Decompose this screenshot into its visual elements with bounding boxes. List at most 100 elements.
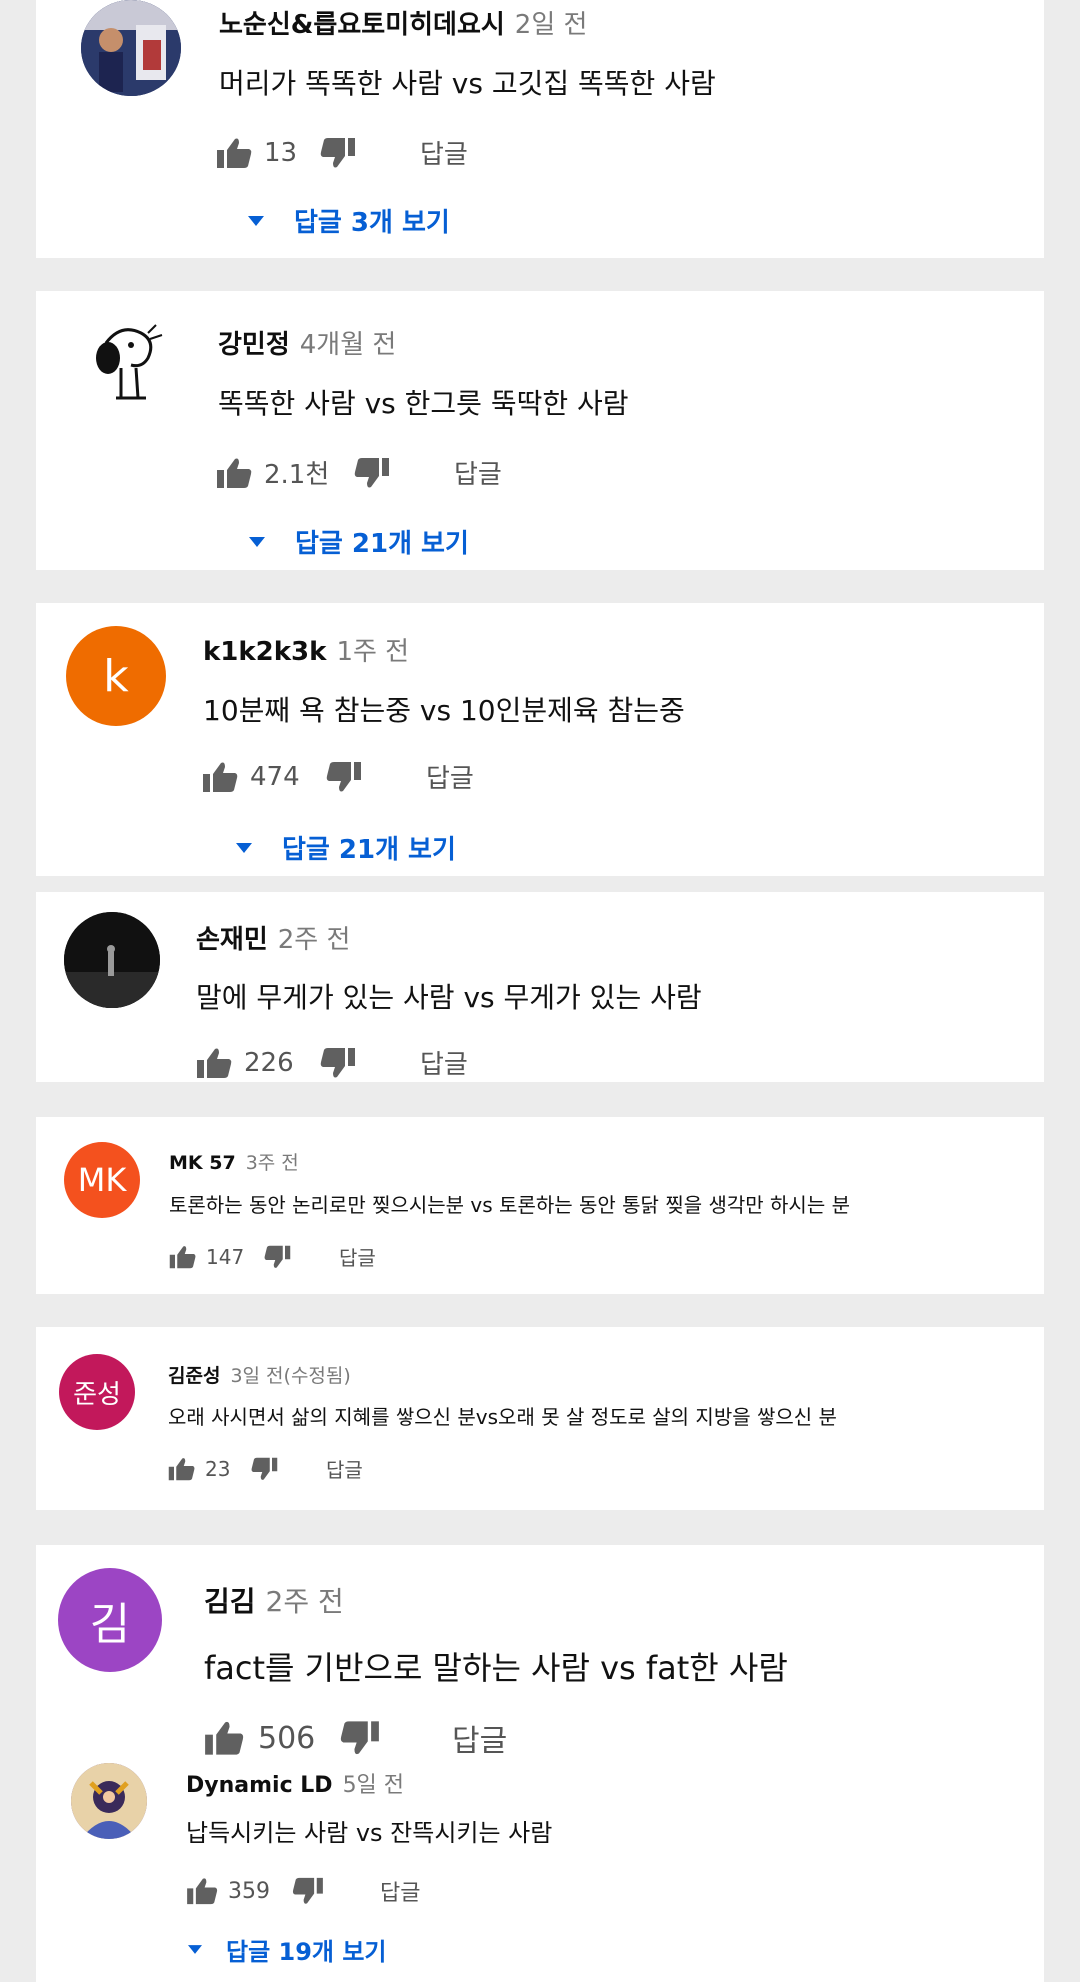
comment-card: MK MK 57 3주 전 토론하는 동안 논리로만 찢으시는분 vs 토론하는 … xyxy=(36,1117,1044,1294)
thumbs-down-icon[interactable] xyxy=(340,1720,380,1756)
comment-card: k k1k2k3k 1주 전 10분째 욕 참는중 vs 10인분제육 참는중 4… xyxy=(36,603,1044,876)
thumbs-up-icon[interactable] xyxy=(216,137,252,169)
comment-time: 2주 전 xyxy=(265,1585,344,1618)
thumbs-down-icon[interactable] xyxy=(320,1047,356,1079)
reply-button[interactable]: 답글 xyxy=(326,1454,363,1483)
caret-down-icon xyxy=(188,1945,202,1954)
author-name[interactable]: 노순신&릅요토미히데요시 xyxy=(219,10,505,40)
view-replies-button[interactable]: 답글 21개 보기 xyxy=(249,523,469,560)
comment-actions: 506 답글 xyxy=(204,1716,507,1760)
comment-actions: 474 답글 xyxy=(202,758,474,795)
colorful-character-photo-icon xyxy=(71,1763,147,1839)
thumbs-up-icon[interactable] xyxy=(169,1245,196,1269)
thumbs-down-icon[interactable] xyxy=(326,761,362,793)
comment-header: 강민정 4개월 전 xyxy=(218,324,396,361)
avatar[interactable] xyxy=(81,0,181,96)
thumbs-down-icon[interactable] xyxy=(251,1457,278,1481)
comment-text: 오래 사시면서 삶의 지혜를 쌓으신 분vs오래 못 살 정도로 살의 지방을 … xyxy=(168,1405,837,1429)
caret-down-icon xyxy=(236,842,252,853)
comment-actions: 2.1천 답글 xyxy=(216,454,502,491)
thumbs-up-icon[interactable] xyxy=(202,761,238,793)
comment-header: 김김 2주 전 xyxy=(204,1580,344,1620)
thumbs-up-icon[interactable] xyxy=(168,1457,195,1481)
author-name[interactable]: 김준성 xyxy=(168,1365,220,1387)
avatar[interactable]: k xyxy=(66,626,166,726)
comment-header: Dynamic LD 5일 전 xyxy=(186,1767,404,1799)
thumbs-up-icon[interactable] xyxy=(186,1877,218,1905)
comment-text: 말에 무게가 있는 사람 vs 무게가 있는 사람 xyxy=(196,981,702,1014)
view-replies-label: 답글 19개 보기 xyxy=(226,1938,387,1966)
comment-time: 2일 전 xyxy=(514,10,588,40)
comment-text: fact를 기반으로 말하는 사람 vs fat한 사람 xyxy=(204,1649,788,1687)
reply-button[interactable]: 답글 xyxy=(426,758,474,795)
like-count: 359 xyxy=(228,1878,270,1904)
like-count: 506 xyxy=(258,1720,316,1756)
thumbs-down-icon[interactable] xyxy=(320,137,356,169)
comment-header: 손재민 2주 전 xyxy=(196,919,350,956)
comment-card: 강민정 4개월 전 똑똑한 사람 vs 한그릇 뚝딱한 사람 2.1천 답글 답글… xyxy=(36,291,1044,570)
reply-button[interactable]: 답글 xyxy=(420,1044,468,1081)
comment-text: 똑똑한 사람 vs 한그릇 뚝딱한 사람 xyxy=(218,387,629,420)
view-replies-button[interactable]: 답글 19개 보기 xyxy=(188,1932,387,1967)
comment-text: 10분째 욕 참는중 vs 10인분제육 참는중 xyxy=(203,694,685,727)
author-name[interactable]: Dynamic LD xyxy=(186,1773,333,1798)
view-replies-label: 답글 3개 보기 xyxy=(294,208,450,238)
comment-text: 머리가 똑똑한 사람 vs 고깃집 똑똑한 사람 xyxy=(219,67,716,100)
comment-time: 3주 전 xyxy=(245,1152,299,1174)
comment-text: 토론하는 동안 논리로만 찢으시는분 vs 토론하는 동안 통닭 찢을 생각만 … xyxy=(169,1193,850,1217)
comment-actions: 23 답글 xyxy=(168,1454,363,1483)
like-count: 13 xyxy=(264,137,298,168)
reply-button[interactable]: 답글 xyxy=(452,1716,507,1760)
comment-actions: 147 답글 xyxy=(169,1242,376,1271)
caret-down-icon xyxy=(249,536,265,547)
reply-button[interactable]: 답글 xyxy=(454,454,502,491)
basketball-player-photo-icon xyxy=(81,0,181,96)
reply-button[interactable]: 답글 xyxy=(420,134,468,171)
comment-card: 준성 김준성 3일 전(수정됨) 오래 사시면서 삶의 지혜를 쌓으신 분vs오래… xyxy=(36,1327,1044,1510)
comment-header: k1k2k3k 1주 전 xyxy=(203,631,409,668)
snoopy-sketch-icon xyxy=(76,313,176,413)
avatar[interactable]: 김 xyxy=(58,1568,162,1672)
thumbs-down-icon[interactable] xyxy=(354,457,390,489)
comment-time: 5일 전 xyxy=(342,1773,405,1798)
night-figure-photo-icon xyxy=(64,912,160,1008)
comment-text: 납득시키는 사람 vs 잔뜩시키는 사람 xyxy=(186,1819,553,1847)
avatar-letter: 준성 xyxy=(73,1379,121,1410)
author-name[interactable]: 손재민 xyxy=(196,925,268,955)
thumbs-up-icon[interactable] xyxy=(204,1720,244,1756)
comment-time: 4개월 전 xyxy=(299,330,397,360)
thumbs-up-icon[interactable] xyxy=(216,457,252,489)
avatar[interactable]: MK xyxy=(64,1142,140,1218)
thumbs-down-icon[interactable] xyxy=(264,1245,291,1269)
view-replies-button[interactable]: 답글 3개 보기 xyxy=(248,202,450,239)
comment-header: MK 57 3주 전 xyxy=(169,1148,299,1175)
comment-time: 2주 전 xyxy=(277,925,351,955)
view-replies-label: 답글 21개 보기 xyxy=(282,835,456,865)
author-name[interactable]: MK 57 xyxy=(169,1152,236,1174)
comment-actions: 13 답글 xyxy=(216,134,468,171)
thumbs-down-icon[interactable] xyxy=(292,1877,324,1905)
avatar[interactable] xyxy=(71,1763,147,1839)
thumbs-up-icon[interactable] xyxy=(196,1047,232,1079)
author-name[interactable]: 김김 xyxy=(204,1585,256,1618)
author-name[interactable]: k1k2k3k xyxy=(203,637,326,667)
comment-actions: 226 답글 xyxy=(196,1044,468,1081)
reply-button[interactable]: 답글 xyxy=(380,1875,420,1907)
avatar[interactable]: 준성 xyxy=(59,1354,135,1430)
author-name[interactable]: 강민정 xyxy=(218,330,290,360)
avatar[interactable] xyxy=(64,912,160,1008)
like-count: 226 xyxy=(244,1047,294,1078)
reply-button[interactable]: 답글 xyxy=(339,1242,376,1271)
comment-card: 손재민 2주 전 말에 무게가 있는 사람 vs 무게가 있는 사람 226 답글 xyxy=(36,892,1044,1082)
comment-card: 노순신&릅요토미히데요시 2일 전 머리가 똑똑한 사람 vs 고깃집 똑똑한 사… xyxy=(36,0,1044,258)
like-count: 474 xyxy=(250,761,300,792)
avatar[interactable] xyxy=(76,313,176,413)
view-replies-button[interactable]: 답글 21개 보기 xyxy=(236,829,456,866)
comment-time: 3일 전(수정됨) xyxy=(230,1365,351,1387)
like-count: 23 xyxy=(205,1456,231,1481)
comment-header: 노순신&릅요토미히데요시 2일 전 xyxy=(219,4,587,41)
avatar-letter: 김 xyxy=(89,1599,131,1650)
comment-header: 김준성 3일 전(수정됨) xyxy=(168,1361,351,1388)
comment-time: 1주 전 xyxy=(336,637,410,667)
comment-actions: 359 답글 xyxy=(186,1875,420,1907)
